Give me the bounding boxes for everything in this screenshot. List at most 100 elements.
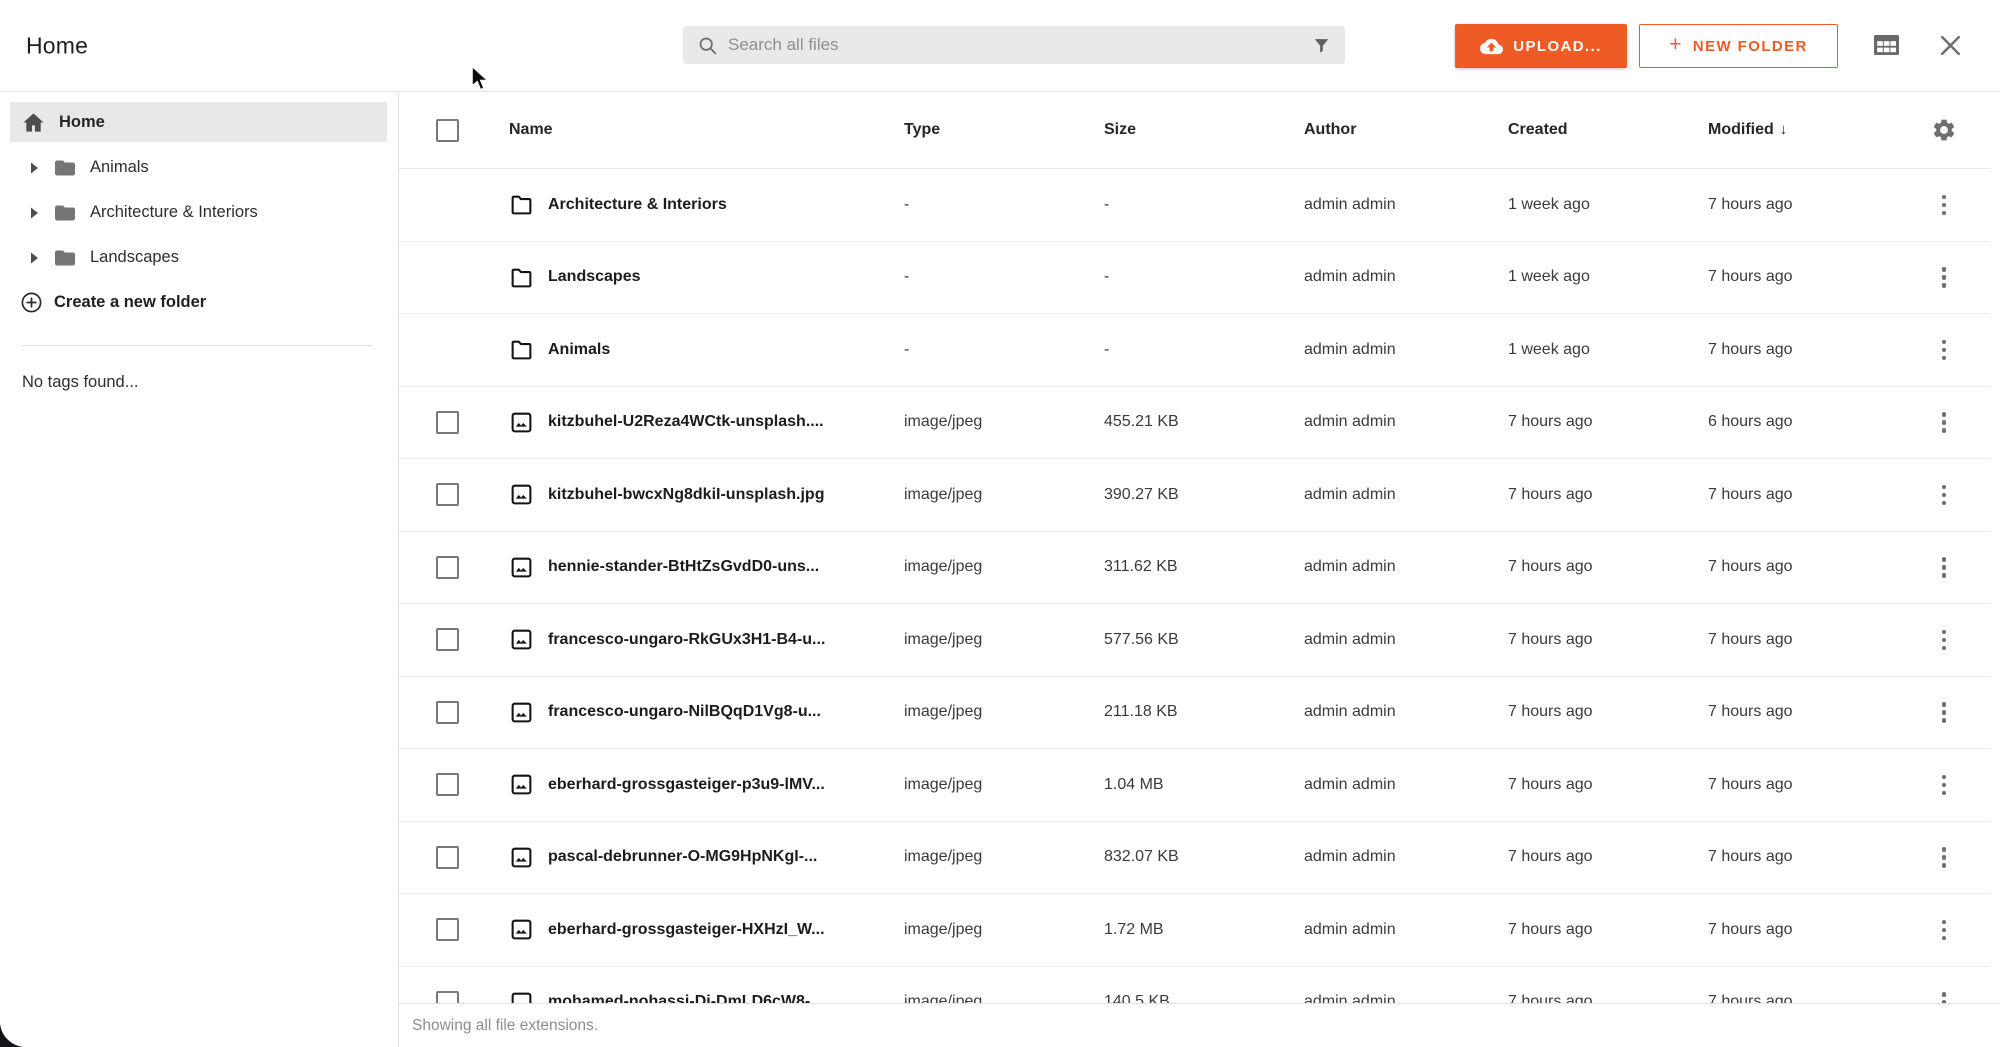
image-file-icon (509, 917, 534, 942)
row-menu-button[interactable] (1929, 550, 1959, 584)
file-modified: 7 hours ago (1708, 631, 1898, 649)
sidebar-folder-label: Animals (90, 158, 149, 177)
row-checkbox[interactable] (436, 846, 459, 869)
file-created: 1 week ago (1508, 341, 1708, 359)
file-author: admin admin (1304, 486, 1508, 504)
circle-plus-icon (20, 291, 43, 314)
file-size: 1.72 MB (1104, 921, 1304, 939)
table-view-icon (1873, 33, 1900, 57)
file-name: Architecture & Interiors (548, 196, 904, 214)
table-row[interactable]: francesco-ungaro-NilBQqD1Vg8-u... image/… (399, 677, 1990, 750)
file-type: image/jpeg (904, 921, 1104, 939)
column-header-type[interactable]: Type (904, 121, 1104, 139)
search-input[interactable] (728, 35, 1312, 55)
table-row[interactable]: Landscapes - - admin admin 1 week ago 7 … (399, 242, 1990, 315)
table-row[interactable]: pascal-debrunner-O-MG9HpNKgI-... image/j… (399, 822, 1990, 895)
folder-icon (53, 156, 77, 180)
table-row[interactable]: hennie-stander-BtHtZsGvdD0-uns... image/… (399, 532, 1990, 605)
sidebar-divider (22, 345, 373, 346)
row-menu-button[interactable] (1929, 695, 1959, 729)
caret-right-icon[interactable] (30, 207, 40, 219)
file-modified: 7 hours ago (1708, 703, 1898, 721)
file-author: admin admin (1304, 196, 1508, 214)
table-row[interactable]: Architecture & Interiors - - admin admin… (399, 169, 1990, 242)
file-manager-modal: Home UPLOAD... + NEW FOLDER (0, 0, 2000, 1047)
filter-icon[interactable] (1312, 36, 1331, 55)
file-type: - (904, 196, 1104, 214)
row-menu-button[interactable] (1929, 478, 1959, 512)
folder-icon (509, 265, 534, 290)
file-modified: 7 hours ago (1708, 196, 1898, 214)
file-size: 390.27 KB (1104, 486, 1304, 504)
file-name: francesco-ungaro-NilBQqD1Vg8-u... (548, 703, 904, 721)
file-type: image/jpeg (904, 486, 1104, 504)
cloud-upload-icon (1480, 35, 1503, 58)
caret-right-icon[interactable] (30, 162, 40, 174)
grid-view-button[interactable] (1871, 30, 1901, 60)
file-table: Name Type Size Author Created Modified↓ (399, 92, 2000, 1047)
column-settings-button[interactable] (1931, 117, 1957, 143)
folder-icon (509, 337, 534, 362)
file-modified: 7 hours ago (1708, 341, 1898, 359)
column-header-author[interactable]: Author (1304, 121, 1508, 139)
row-menu-button[interactable] (1929, 913, 1959, 947)
file-created: 7 hours ago (1508, 413, 1708, 431)
column-header-name[interactable]: Name (509, 121, 904, 139)
row-checkbox[interactable] (436, 918, 459, 941)
row-checkbox[interactable] (436, 628, 459, 651)
table-row[interactable]: eberhard-grossgasteiger-HXHzI_W... image… (399, 894, 1990, 967)
sidebar-folder-item[interactable]: Animals (0, 145, 398, 190)
tags-empty-text: No tags found... (0, 373, 398, 392)
table-row[interactable]: eberhard-grossgasteiger-p3u9-lMV... imag… (399, 749, 1990, 822)
plus-icon: + (1669, 33, 1683, 57)
new-folder-button[interactable]: + NEW FOLDER (1639, 24, 1838, 68)
row-checkbox[interactable] (436, 701, 459, 724)
home-icon (22, 111, 45, 134)
file-name: francesco-ungaro-RkGUx3H1-B4-u... (548, 631, 904, 649)
column-header-size[interactable]: Size (1104, 121, 1304, 139)
page-title: Home (26, 32, 88, 59)
table-row[interactable]: kitzbuhel-U2Reza4WCtk-unsplash.... image… (399, 387, 1990, 460)
search-box (683, 26, 1345, 64)
sidebar-folder-item[interactable]: Architecture & Interiors (0, 190, 398, 235)
sidebar-item-home[interactable]: Home (10, 102, 387, 142)
upload-button[interactable]: UPLOAD... (1455, 24, 1627, 68)
file-created: 7 hours ago (1508, 848, 1708, 866)
create-folder-button[interactable]: Create a new folder (0, 280, 398, 325)
create-folder-label: Create a new folder (54, 293, 206, 312)
select-all-checkbox[interactable] (436, 119, 459, 142)
row-menu-button[interactable] (1929, 188, 1959, 222)
file-author: admin admin (1304, 703, 1508, 721)
row-menu-button[interactable] (1929, 768, 1959, 802)
row-checkbox[interactable] (436, 773, 459, 796)
file-name: eberhard-grossgasteiger-HXHzI_W... (548, 921, 904, 939)
caret-right-icon[interactable] (30, 252, 40, 264)
column-header-created[interactable]: Created (1508, 121, 1708, 139)
file-name: kitzbuhel-bwcxNg8dkiI-unsplash.jpg (548, 486, 904, 504)
row-menu-button[interactable] (1929, 260, 1959, 294)
file-name: kitzbuhel-U2Reza4WCtk-unsplash.... (548, 413, 904, 431)
row-checkbox[interactable] (436, 411, 459, 434)
row-menu-button[interactable] (1929, 623, 1959, 657)
row-menu-button[interactable] (1929, 405, 1959, 439)
column-header-modified[interactable]: Modified↓ (1708, 121, 1898, 139)
table-row[interactable]: kitzbuhel-bwcxNg8dkiI-unsplash.jpg image… (399, 459, 1990, 532)
file-name: pascal-debrunner-O-MG9HpNKgI-... (548, 848, 904, 866)
search-icon (697, 35, 718, 56)
row-checkbox[interactable] (436, 556, 459, 579)
file-modified: 7 hours ago (1708, 921, 1898, 939)
table-row[interactable]: francesco-ungaro-RkGUx3H1-B4-u... image/… (399, 604, 1990, 677)
table-row[interactable]: Animals - - admin admin 1 week ago 7 hou… (399, 314, 1990, 387)
row-menu-button[interactable] (1929, 333, 1959, 367)
image-file-icon (509, 845, 534, 870)
row-menu-button[interactable] (1929, 840, 1959, 874)
close-button[interactable] (1935, 30, 1965, 60)
row-checkbox[interactable] (436, 483, 459, 506)
file-size: 455.21 KB (1104, 413, 1304, 431)
folder-icon (509, 192, 534, 217)
file-modified: 7 hours ago (1708, 848, 1898, 866)
sidebar-folder-item[interactable]: Landscapes (0, 235, 398, 280)
file-author: admin admin (1304, 848, 1508, 866)
image-file-icon (509, 555, 534, 580)
file-created: 1 week ago (1508, 268, 1708, 286)
